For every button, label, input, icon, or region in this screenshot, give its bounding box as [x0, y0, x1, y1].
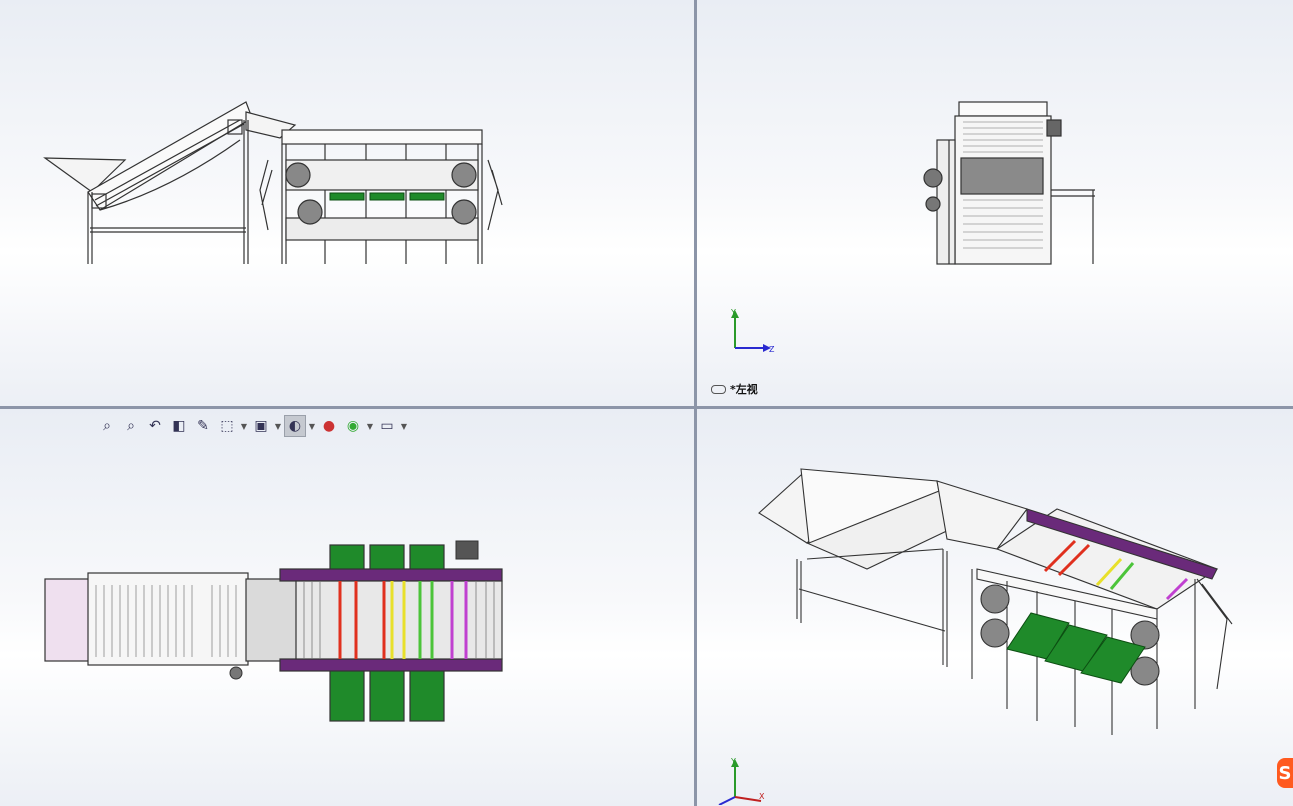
viewport-splitter-horizontal[interactable] [0, 406, 1293, 409]
isometric-view-model [758, 468, 1233, 735]
axis-y-label: Y [730, 308, 736, 317]
viewport-isometric[interactable]: Y X S [697, 409, 1293, 806]
axis-z-label: Z [769, 345, 775, 354]
viewport-front[interactable] [0, 0, 694, 406]
top-view-model [44, 540, 503, 722]
axis-y-label: Y [730, 757, 736, 766]
left-view-model [923, 101, 1095, 265]
brand-logo-icon: S [1277, 758, 1293, 788]
viewport-left[interactable]: Y Z *左视 [697, 0, 1293, 406]
view-name-text: *左视 [730, 383, 758, 396]
axis-triad: Y Z [727, 308, 777, 360]
viewport-top[interactable]: ⌕ ⌕ ↶ ◧ ✎ ⬚ ▼ ▣ ▼ ◐ ▼ ● ◉ ▼ ▭ ▼ [0, 409, 694, 806]
axis-triad-iso: Y X [715, 757, 769, 806]
viewport-splitter-vertical[interactable] [694, 0, 697, 806]
view-name-label: *左视 [711, 381, 758, 397]
front-view-model [43, 101, 503, 264]
axis-x-label: X [759, 792, 765, 801]
link-icon [711, 384, 726, 394]
